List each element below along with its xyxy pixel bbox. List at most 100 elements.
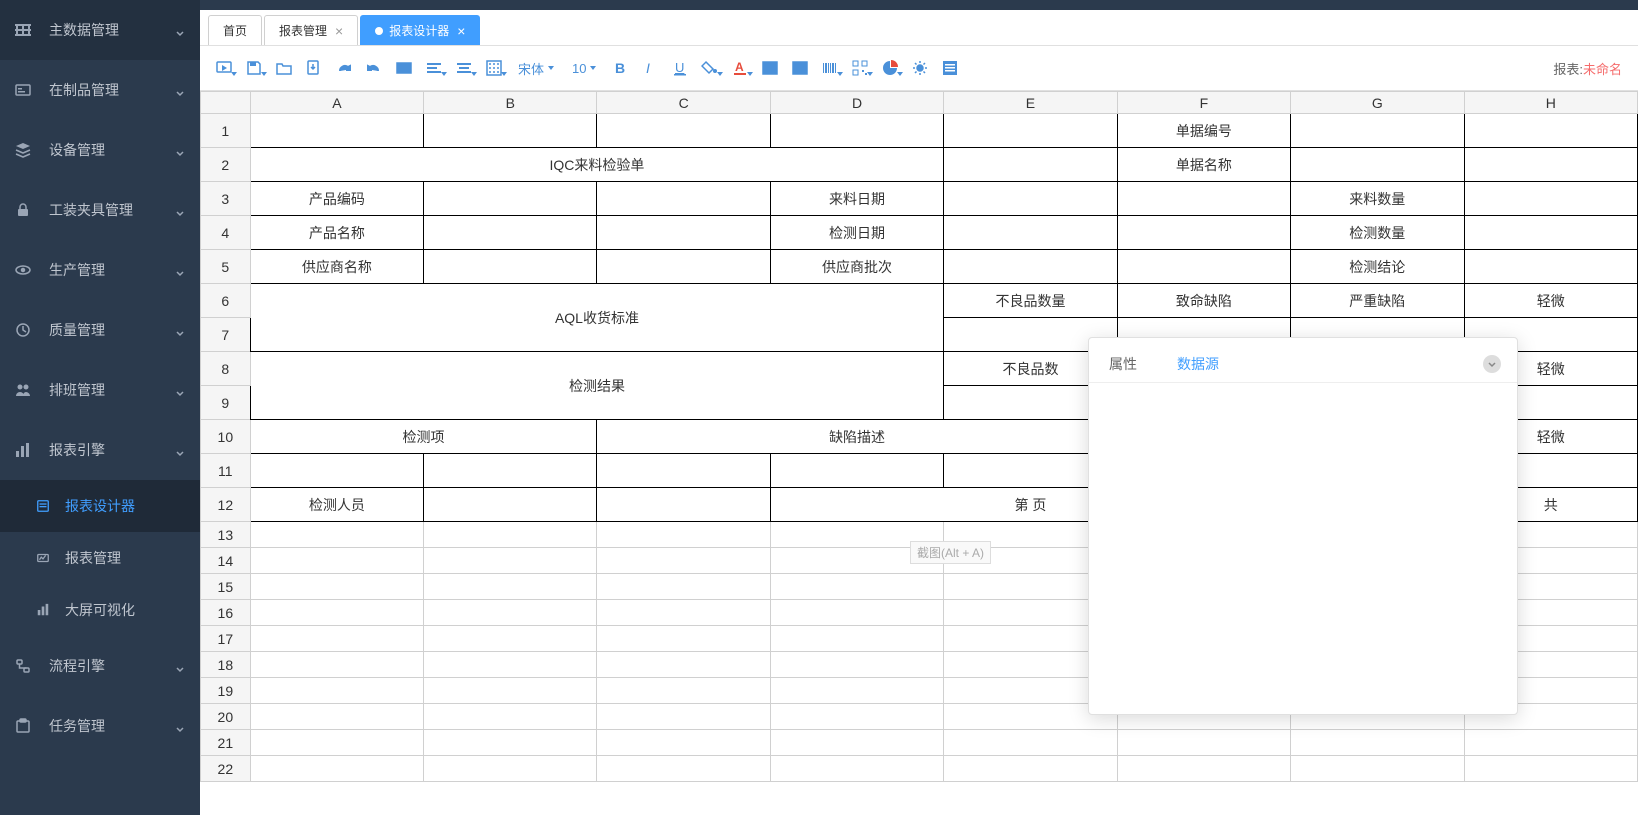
fontsize-select[interactable]: 10 — [564, 57, 604, 80]
chart-button[interactable] — [876, 54, 904, 82]
sidebar-item-排班管理[interactable]: 排班管理 — [0, 360, 200, 420]
cell-6A[interactable]: AQL收货标准 — [250, 284, 944, 352]
cell-21B[interactable] — [424, 730, 597, 756]
col-head-B[interactable]: B — [424, 92, 597, 114]
valign-button[interactable] — [450, 54, 478, 82]
barcode-button[interactable] — [816, 54, 844, 82]
sidebar-sub-大屏可视化[interactable]: 大屏可视化 — [0, 584, 200, 636]
bgcolor-button[interactable] — [696, 54, 724, 82]
cell-5A[interactable]: 供应商名称 — [250, 250, 423, 284]
cell-2F[interactable]: 单据名称 — [1117, 148, 1290, 182]
sidebar-item-报表引擎[interactable]: 报表引擎 — [0, 420, 200, 480]
cell-12A[interactable]: 检测人员 — [250, 488, 423, 522]
row-head-18[interactable]: 18 — [201, 652, 251, 678]
cell-18B[interactable] — [424, 652, 597, 678]
cell-1F[interactable]: 单据编号 — [1117, 114, 1290, 148]
cell-4F[interactable] — [1117, 216, 1290, 250]
sidebar-item-主数据管理[interactable]: 主数据管理 — [0, 0, 200, 60]
cell-2A[interactable]: IQC来料检验单 — [250, 148, 944, 182]
settings-button[interactable] — [906, 54, 934, 82]
cell-5G[interactable]: 检测结论 — [1291, 250, 1464, 284]
cell-4C[interactable] — [597, 216, 770, 250]
cell-21D[interactable] — [770, 730, 943, 756]
cell-5E[interactable] — [944, 250, 1117, 284]
cell-6H[interactable]: 轻微 — [1464, 284, 1637, 318]
list-button[interactable] — [936, 54, 964, 82]
row-head-22[interactable]: 22 — [201, 756, 251, 782]
cell-20D[interactable] — [770, 704, 943, 730]
save-button[interactable] — [240, 54, 268, 82]
cell-8A[interactable]: 检测结果 — [250, 352, 944, 420]
cell-22D[interactable] — [770, 756, 943, 782]
row-head-10[interactable]: 10 — [201, 420, 251, 454]
col-head-F[interactable]: F — [1117, 92, 1290, 114]
cell-1C[interactable] — [597, 114, 770, 148]
row-head-11[interactable]: 11 — [201, 454, 251, 488]
cell-5B[interactable] — [424, 250, 597, 284]
cell-19C[interactable] — [597, 678, 770, 704]
cell-18D[interactable] — [770, 652, 943, 678]
sidebar-sub-报表设计器[interactable]: 报表设计器 — [0, 480, 200, 532]
sidebar-item-流程引擎[interactable]: 流程引擎 — [0, 636, 200, 696]
cell-17B[interactable] — [424, 626, 597, 652]
cell-3G[interactable]: 来料数量 — [1291, 182, 1464, 216]
spreadsheet-area[interactable]: ABCDEFGH1单据编号2IQC来料检验单单据名称3产品编码来料日期来料数量4… — [200, 91, 1638, 815]
col-head-H[interactable]: H — [1464, 92, 1637, 114]
cell-3B[interactable] — [424, 182, 597, 216]
image-button[interactable] — [786, 54, 814, 82]
row-head-5[interactable]: 5 — [201, 250, 251, 284]
cell-2G[interactable] — [1291, 148, 1464, 182]
col-head-A[interactable]: A — [250, 92, 423, 114]
cell-16A[interactable] — [250, 600, 423, 626]
cell-3C[interactable] — [597, 182, 770, 216]
cell-22E[interactable] — [944, 756, 1117, 782]
cell-20A[interactable] — [250, 704, 423, 730]
cell-17A[interactable] — [250, 626, 423, 652]
col-head-E[interactable]: E — [944, 92, 1117, 114]
cell-4H[interactable] — [1464, 216, 1637, 250]
cell-16D[interactable] — [770, 600, 943, 626]
col-head-D[interactable]: D — [770, 92, 943, 114]
col-head-G[interactable]: G — [1291, 92, 1464, 114]
bold-button[interactable]: B — [606, 54, 634, 82]
panel-tab-属性[interactable]: 属性 — [1105, 346, 1141, 382]
align-button[interactable] — [420, 54, 448, 82]
panel-tab-数据源[interactable]: 数据源 — [1173, 346, 1223, 382]
cell-4G[interactable]: 检测数量 — [1291, 216, 1464, 250]
cell-22C[interactable] — [597, 756, 770, 782]
row-head-15[interactable]: 15 — [201, 574, 251, 600]
cell-18C[interactable] — [597, 652, 770, 678]
cell-20C[interactable] — [597, 704, 770, 730]
row-head-4[interactable]: 4 — [201, 216, 251, 250]
cell-14A[interactable] — [250, 548, 423, 574]
cell-3E[interactable] — [944, 182, 1117, 216]
cell-4A[interactable]: 产品名称 — [250, 216, 423, 250]
cell-17C[interactable] — [597, 626, 770, 652]
image-off-button[interactable] — [756, 54, 784, 82]
row-head-7[interactable]: 7 — [201, 318, 251, 352]
cell-4E[interactable] — [944, 216, 1117, 250]
cell-5D[interactable]: 供应商批次 — [770, 250, 943, 284]
close-icon[interactable]: × — [457, 24, 465, 38]
cell-21C[interactable] — [597, 730, 770, 756]
cell-1E[interactable] — [944, 114, 1117, 148]
cell-13B[interactable] — [424, 522, 597, 548]
row-head-20[interactable]: 20 — [201, 704, 251, 730]
col-head-C[interactable]: C — [597, 92, 770, 114]
cell-15C[interactable] — [597, 574, 770, 600]
sidebar-item-质量管理[interactable]: 质量管理 — [0, 300, 200, 360]
cell-1A[interactable] — [250, 114, 423, 148]
cell-15D[interactable] — [770, 574, 943, 600]
row-head-6[interactable]: 6 — [201, 284, 251, 318]
row-head-2[interactable]: 2 — [201, 148, 251, 182]
row-head-14[interactable]: 14 — [201, 548, 251, 574]
cell-12B[interactable] — [424, 488, 597, 522]
cell-3D[interactable]: 来料日期 — [770, 182, 943, 216]
italic-button[interactable]: I — [636, 54, 664, 82]
cell-21F[interactable] — [1117, 730, 1290, 756]
cell-2E[interactable] — [944, 148, 1117, 182]
cell-10A[interactable]: 检测项 — [250, 420, 597, 454]
preview-button[interactable] — [210, 54, 238, 82]
cell-4D[interactable]: 检测日期 — [770, 216, 943, 250]
cell-3A[interactable]: 产品编码 — [250, 182, 423, 216]
